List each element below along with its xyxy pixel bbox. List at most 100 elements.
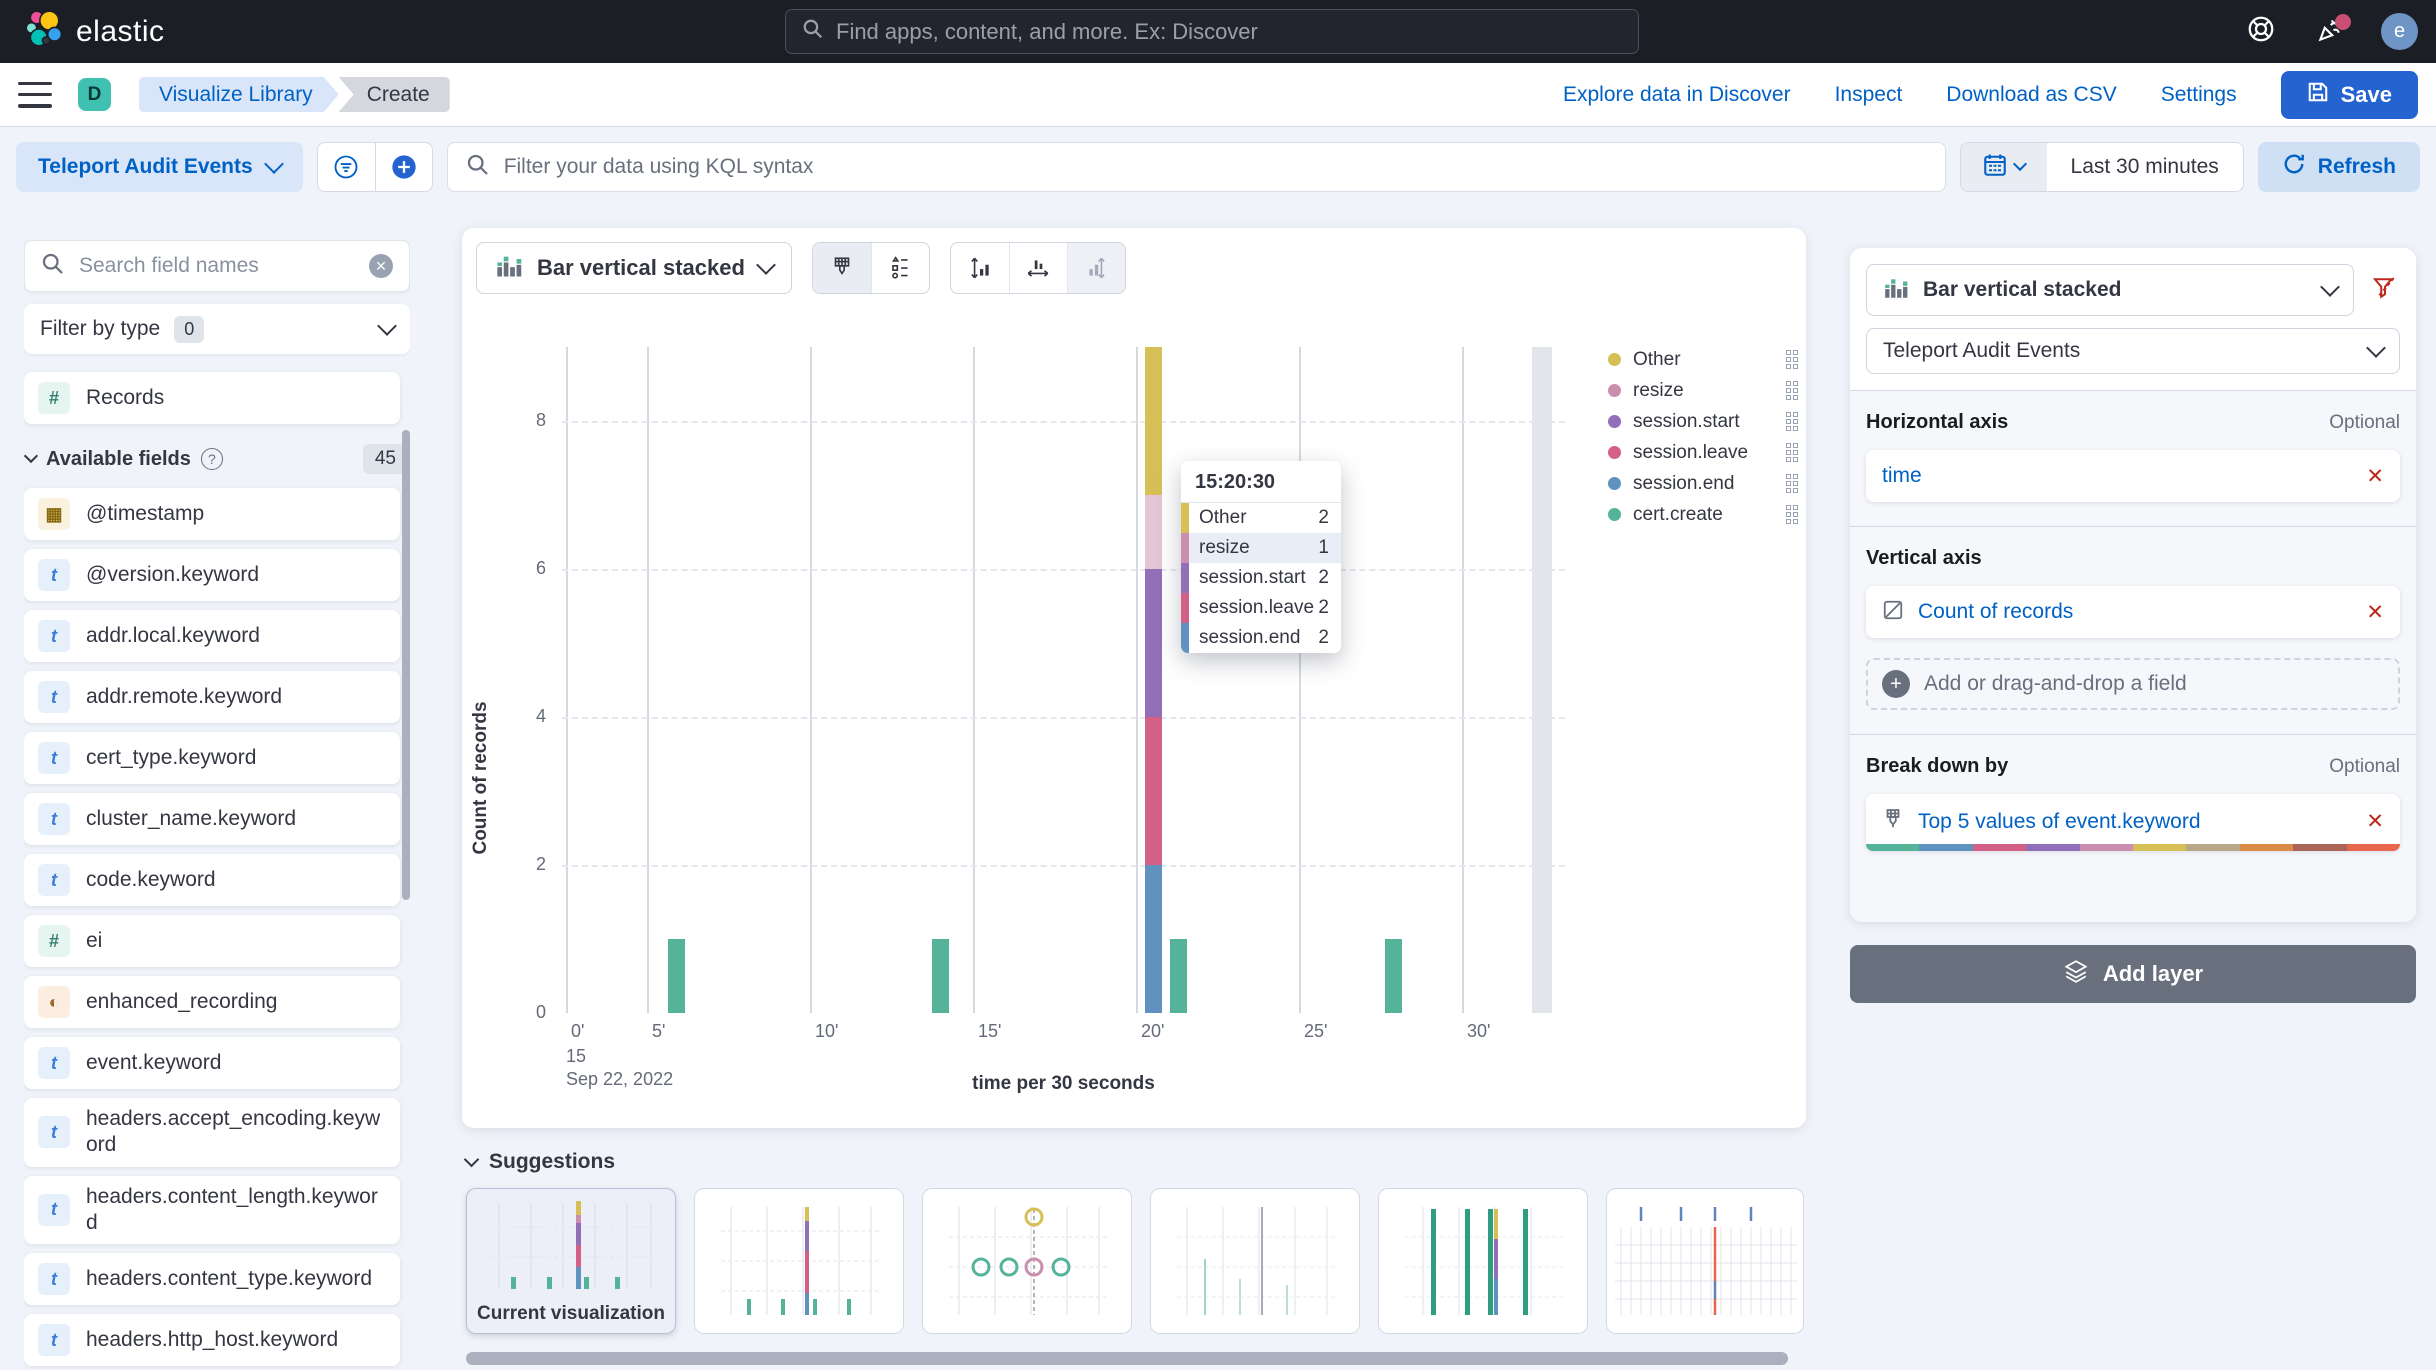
- legend-actions-icon[interactable]: [1786, 505, 1798, 524]
- refresh-button[interactable]: Refresh: [2258, 142, 2420, 192]
- sidebar-scrollbar[interactable]: [402, 430, 410, 900]
- field-item[interactable]: tcert_type.keyword: [24, 732, 400, 784]
- clear-layer-icon[interactable]: [2370, 273, 2400, 308]
- bar-segment[interactable]: [1145, 717, 1162, 865]
- field-item[interactable]: taddr.remote.keyword: [24, 671, 400, 723]
- suggestion-scatter[interactable]: [922, 1188, 1132, 1334]
- dimension-link[interactable]: Count of records: [1918, 600, 2073, 624]
- dimension-link[interactable]: time: [1882, 464, 1922, 488]
- suggestion-heatmap[interactable]: [1606, 1188, 1804, 1334]
- field-item[interactable]: theaders.accept_encoding.keyword: [24, 1098, 400, 1167]
- legend-item[interactable]: session.start: [1608, 406, 1798, 437]
- layer-data-view-select[interactable]: Teleport Audit Events: [1866, 328, 2400, 374]
- add-field-dropzone[interactable]: + Add or drag-and-drop a field: [1866, 658, 2400, 710]
- explore-data-link[interactable]: Explore data in Discover: [1563, 83, 1791, 107]
- field-item[interactable]: #ei: [24, 915, 400, 967]
- bottom-axis-button[interactable]: [1009, 243, 1067, 293]
- field-item[interactable]: tevent.keyword: [24, 1037, 400, 1089]
- chart-type-dropdown[interactable]: Bar vertical stacked: [476, 242, 792, 294]
- suggestion-sparse-bars[interactable]: [1150, 1188, 1360, 1334]
- break-down-section: Break down by Optional Top 5 values of e…: [1850, 734, 2416, 875]
- brush-style-button[interactable]: [813, 243, 871, 293]
- user-avatar[interactable]: e: [2381, 13, 2418, 50]
- field-search-input[interactable]: [79, 254, 355, 278]
- legend-item[interactable]: session.end: [1608, 468, 1798, 499]
- horizontal-scrollbar[interactable]: [466, 1352, 1788, 1365]
- remove-dimension-icon[interactable]: ✕: [2366, 809, 2384, 834]
- section-title: Break down by: [1866, 755, 2008, 778]
- global-search-input[interactable]: [836, 19, 1622, 45]
- elastic-logo[interactable]: elastic: [0, 8, 300, 55]
- chart-type-select[interactable]: Bar vertical stacked: [1866, 264, 2354, 316]
- breadcrumb-visualize-library[interactable]: Visualize Library: [139, 77, 339, 112]
- vertical-axis-dimension[interactable]: Count of records ✕: [1866, 586, 2400, 638]
- records-field[interactable]: # Records: [24, 372, 400, 424]
- legend-actions-icon[interactable]: [1786, 381, 1798, 400]
- kql-input[interactable]: [504, 155, 1927, 179]
- legend-settings-button[interactable]: [871, 243, 929, 293]
- menu-button[interactable]: [18, 82, 52, 108]
- horizontal-axis-dimension[interactable]: time ✕: [1866, 450, 2400, 502]
- suggestions-toggle[interactable]: Suggestions: [466, 1150, 615, 1174]
- legend-item[interactable]: Other: [1608, 344, 1798, 375]
- kql-filter-bar[interactable]: [447, 142, 1946, 192]
- remove-dimension-icon[interactable]: ✕: [2366, 464, 2384, 489]
- global-search-bar[interactable]: [785, 9, 1639, 54]
- bar-segment[interactable]: [1145, 347, 1162, 495]
- field-search-bar[interactable]: ✕: [24, 240, 410, 292]
- save-button[interactable]: Save: [2281, 71, 2418, 119]
- space-badge[interactable]: D: [78, 78, 111, 111]
- newsfeed-button[interactable]: [2311, 12, 2351, 52]
- inspect-link[interactable]: Inspect: [1835, 83, 1903, 107]
- settings-link[interactable]: Settings: [2161, 83, 2237, 107]
- legend-item[interactable]: session.leave: [1608, 437, 1798, 468]
- download-csv-link[interactable]: Download as CSV: [1946, 83, 2116, 107]
- saved-query-button[interactable]: [318, 143, 375, 191]
- section-title: Vertical axis: [1866, 547, 1982, 570]
- partial-bucket-band: [1532, 347, 1552, 1013]
- field-item[interactable]: theaders.http_host.keyword: [24, 1314, 400, 1366]
- field-item[interactable]: t@version.keyword: [24, 549, 400, 601]
- time-range-value[interactable]: Last 30 minutes: [2047, 143, 2243, 191]
- bar-segment[interactable]: [1145, 865, 1162, 1013]
- field-item[interactable]: theaders.content_type.keyword: [24, 1253, 400, 1305]
- bar-segment[interactable]: [932, 939, 949, 1013]
- bar-segment[interactable]: [668, 939, 685, 1013]
- field-item[interactable]: taddr.local.keyword: [24, 610, 400, 662]
- notification-dot: [2335, 14, 2351, 30]
- chevron-down-icon[interactable]: [24, 449, 38, 463]
- bar-segment[interactable]: [1145, 569, 1162, 717]
- field-item[interactable]: theaders.content_length.keyword: [24, 1176, 400, 1245]
- dimension-link[interactable]: Top 5 values of event.keyword: [1918, 810, 2201, 834]
- field-name: @timestamp: [86, 501, 204, 527]
- tooltip-row: resize1: [1181, 533, 1341, 563]
- legend-actions-icon[interactable]: [1786, 412, 1798, 431]
- help-button[interactable]: [2241, 12, 2281, 52]
- field-item[interactable]: tcode.keyword: [24, 854, 400, 906]
- legend-actions-icon[interactable]: [1786, 350, 1798, 369]
- remove-dimension-icon[interactable]: ✕: [2366, 600, 2384, 625]
- suggestion-tall-bars[interactable]: [1378, 1188, 1588, 1334]
- data-view-picker[interactable]: Teleport Audit Events: [16, 142, 303, 192]
- bar-segment[interactable]: [1385, 939, 1402, 1013]
- add-filter-button[interactable]: [375, 143, 432, 191]
- date-quick-select-button[interactable]: [1961, 143, 2047, 191]
- add-layer-button[interactable]: Add layer: [1850, 945, 2416, 1003]
- suggestion-current[interactable]: Current visualization: [466, 1188, 676, 1334]
- field-item[interactable]: ◐enhanced_recording: [24, 976, 400, 1028]
- x-gridline: [647, 347, 649, 1013]
- left-axis-button[interactable]: [951, 243, 1009, 293]
- legend-actions-icon[interactable]: [1786, 443, 1798, 462]
- bar-segment[interactable]: [1170, 939, 1187, 1013]
- suggestion-bar-vertical[interactable]: [694, 1188, 904, 1334]
- legend-item[interactable]: cert.create: [1608, 499, 1798, 530]
- legend-actions-icon[interactable]: [1786, 474, 1798, 493]
- filter-by-type-toggle[interactable]: Filter by type 0: [24, 304, 410, 354]
- field-item[interactable]: tcluster_name.keyword: [24, 793, 400, 845]
- bar-segment[interactable]: [1145, 495, 1162, 569]
- chart-toolbar: Bar vertical stacked: [476, 242, 1126, 294]
- field-item[interactable]: ▦@timestamp: [24, 488, 400, 540]
- breakdown-dimension[interactable]: Top 5 values of event.keyword ✕: [1866, 794, 2400, 851]
- legend-item[interactable]: resize: [1608, 375, 1798, 406]
- clear-search-icon[interactable]: ✕: [369, 254, 393, 278]
